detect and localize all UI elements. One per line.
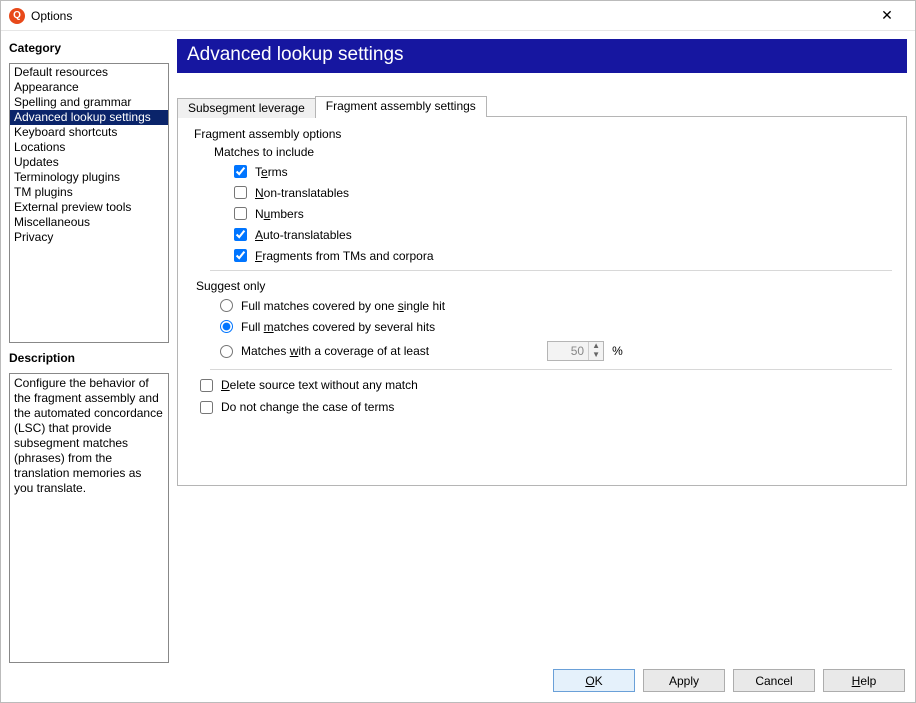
tab-subsegment-leverage[interactable]: Subsegment leverage <box>177 98 316 118</box>
check-autotranslatables-box[interactable] <box>234 228 247 241</box>
check-autotranslatables-label: Auto-translatables <box>255 229 352 241</box>
category-item[interactable]: Miscellaneous <box>10 215 168 230</box>
ok-button[interactable]: OK <box>553 669 635 692</box>
check-fragments-label: Fragments from TMs and corpora <box>255 250 434 262</box>
main-panel: Advanced lookup settings Subsegment leve… <box>177 39 907 663</box>
percent-label: % <box>612 344 623 358</box>
radio-several-hits-label: Full matches covered by several hits <box>241 321 435 333</box>
tab-panel: Fragment assembly options Matches to inc… <box>177 116 907 486</box>
cancel-button[interactable]: Cancel <box>733 669 815 692</box>
radio-coverage-input[interactable] <box>220 345 233 358</box>
group-label: Fragment assembly options <box>192 127 892 141</box>
radio-coverage-label: Matches with a coverage of at least <box>241 344 429 358</box>
check-autotranslatables[interactable]: Auto-translatables <box>234 228 892 241</box>
category-list[interactable]: Default resourcesAppearanceSpelling and … <box>9 63 169 343</box>
check-terms-label: Terms <box>255 166 288 178</box>
check-nontranslatables[interactable]: Non-translatables <box>234 186 892 199</box>
tab-fragment-assembly[interactable]: Fragment assembly settings <box>315 96 487 117</box>
check-numbers-label: Numbers <box>255 208 304 220</box>
suggest-label: Suggest only <box>196 279 892 293</box>
check-case[interactable]: Do not change the case of terms <box>200 400 892 414</box>
category-item[interactable]: Spelling and grammar <box>10 95 168 110</box>
radio-coverage[interactable]: Matches with a coverage of at least ▲ ▼ … <box>220 341 892 361</box>
check-case-box[interactable] <box>200 401 213 414</box>
matches-label: Matches to include <box>214 145 892 159</box>
category-item[interactable]: Keyboard shortcuts <box>10 125 168 140</box>
check-numbers-box[interactable] <box>234 207 247 220</box>
check-terms[interactable]: Terms <box>234 165 892 178</box>
check-numbers[interactable]: Numbers <box>234 207 892 220</box>
check-delete-source-box[interactable] <box>200 379 213 392</box>
category-item[interactable]: Locations <box>10 140 168 155</box>
description-text: Configure the behavior of the fragment a… <box>9 373 169 663</box>
category-item[interactable]: External preview tools <box>10 200 168 215</box>
separator-2 <box>210 369 892 370</box>
spinner-buttons[interactable]: ▲ ▼ <box>588 342 603 360</box>
category-label: Category <box>9 41 169 55</box>
category-item[interactable]: Default resources <box>10 65 168 80</box>
radio-one-hit-label: Full matches covered by one single hit <box>241 300 445 312</box>
category-item[interactable]: Terminology plugins <box>10 170 168 185</box>
check-nontranslatables-box[interactable] <box>234 186 247 199</box>
close-button[interactable]: ✕ <box>867 2 907 30</box>
help-button[interactable]: Help <box>823 669 905 692</box>
panel-title: Advanced lookup settings <box>177 39 907 73</box>
check-fragments[interactable]: Fragments from TMs and corpora <box>234 249 892 262</box>
check-nontranslatables-label: Non-translatables <box>255 187 349 199</box>
radio-several-hits-input[interactable] <box>220 320 233 333</box>
window-title: Options <box>31 9 72 23</box>
sidebar: Category Default resourcesAppearanceSpel… <box>9 39 169 663</box>
radio-one-hit[interactable]: Full matches covered by one single hit <box>220 299 892 312</box>
category-item[interactable]: TM plugins <box>10 185 168 200</box>
coverage-spinner[interactable]: ▲ ▼ <box>547 341 604 361</box>
coverage-value[interactable] <box>548 342 588 360</box>
dialog-buttons: OK Apply Cancel Help <box>1 663 915 700</box>
spinner-down-icon[interactable]: ▼ <box>589 351 603 360</box>
app-icon: Q <box>9 8 25 24</box>
check-delete-source-label: Delete source text without any match <box>221 378 418 392</box>
check-terms-box[interactable] <box>234 165 247 178</box>
radio-one-hit-input[interactable] <box>220 299 233 312</box>
check-case-label: Do not change the case of terms <box>221 400 394 414</box>
separator <box>210 270 892 271</box>
title-bar: Q Options ✕ <box>1 1 915 31</box>
category-item[interactable]: Privacy <box>10 230 168 245</box>
category-item[interactable]: Updates <box>10 155 168 170</box>
tab-strip: Subsegment leverage Fragment assembly se… <box>177 96 907 117</box>
apply-button[interactable]: Apply <box>643 669 725 692</box>
category-item[interactable]: Appearance <box>10 80 168 95</box>
category-item[interactable]: Advanced lookup settings <box>10 110 168 125</box>
check-fragments-box[interactable] <box>234 249 247 262</box>
check-delete-source[interactable]: Delete source text without any match <box>200 378 892 392</box>
description-label: Description <box>9 351 169 365</box>
radio-several-hits[interactable]: Full matches covered by several hits <box>220 320 892 333</box>
